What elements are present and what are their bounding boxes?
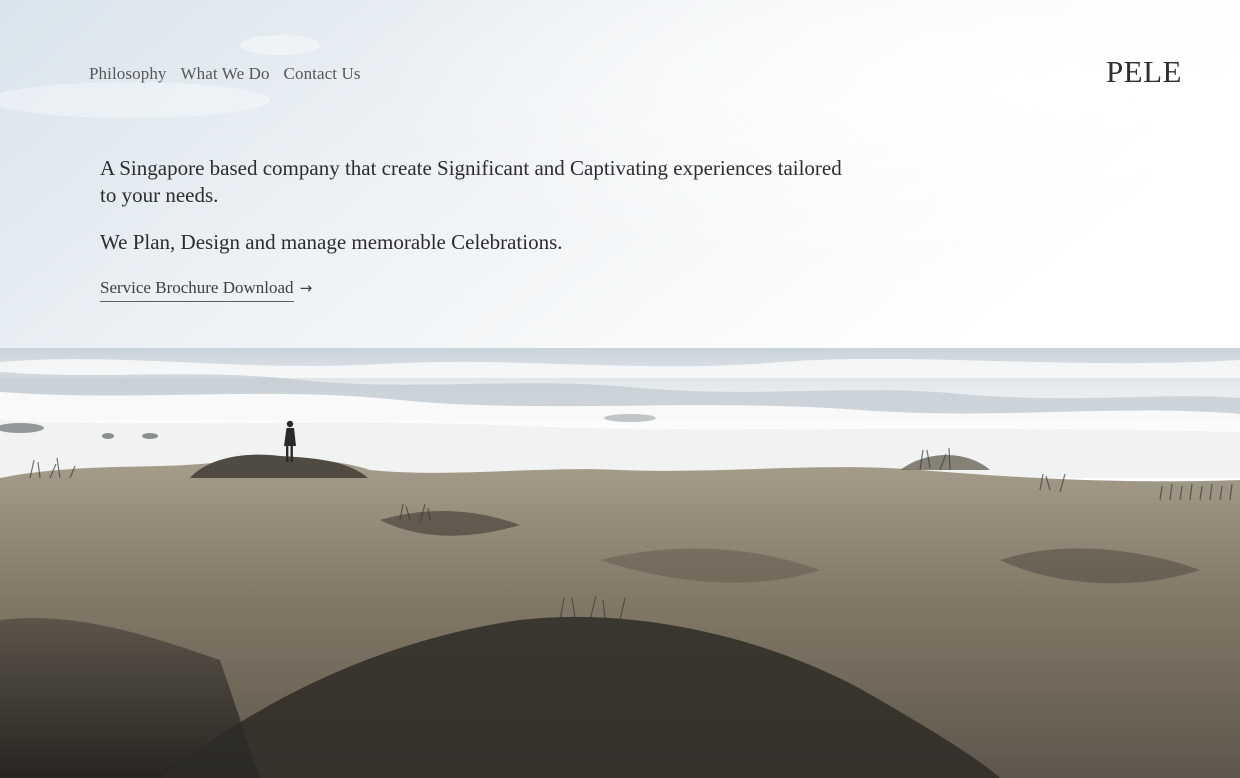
brochure-download-label: Service Brochure Download	[100, 278, 294, 302]
beach-hero-image	[0, 0, 1240, 778]
arrow-right-icon: →	[299, 279, 313, 297]
hero-services-statement: We Plan, Design and manage memorable Cel…	[100, 230, 563, 254]
nav-link-what-we-do[interactable]: What We Do	[181, 64, 270, 84]
main-nav: Philosophy What We Do Contact Us	[89, 64, 361, 84]
page: Philosophy What We Do Contact Us PELE A …	[0, 0, 1240, 778]
brochure-download-link[interactable]: Service Brochure Download →	[100, 278, 312, 302]
brand-logo[interactable]: PELE	[1106, 54, 1182, 90]
nav-link-philosophy[interactable]: Philosophy	[89, 64, 167, 84]
hero-tagline: A Singapore based company that create Si…	[100, 156, 842, 207]
nav-link-contact-us[interactable]: Contact Us	[284, 64, 361, 84]
hero-intro: A Singapore based company that create Si…	[100, 155, 860, 302]
